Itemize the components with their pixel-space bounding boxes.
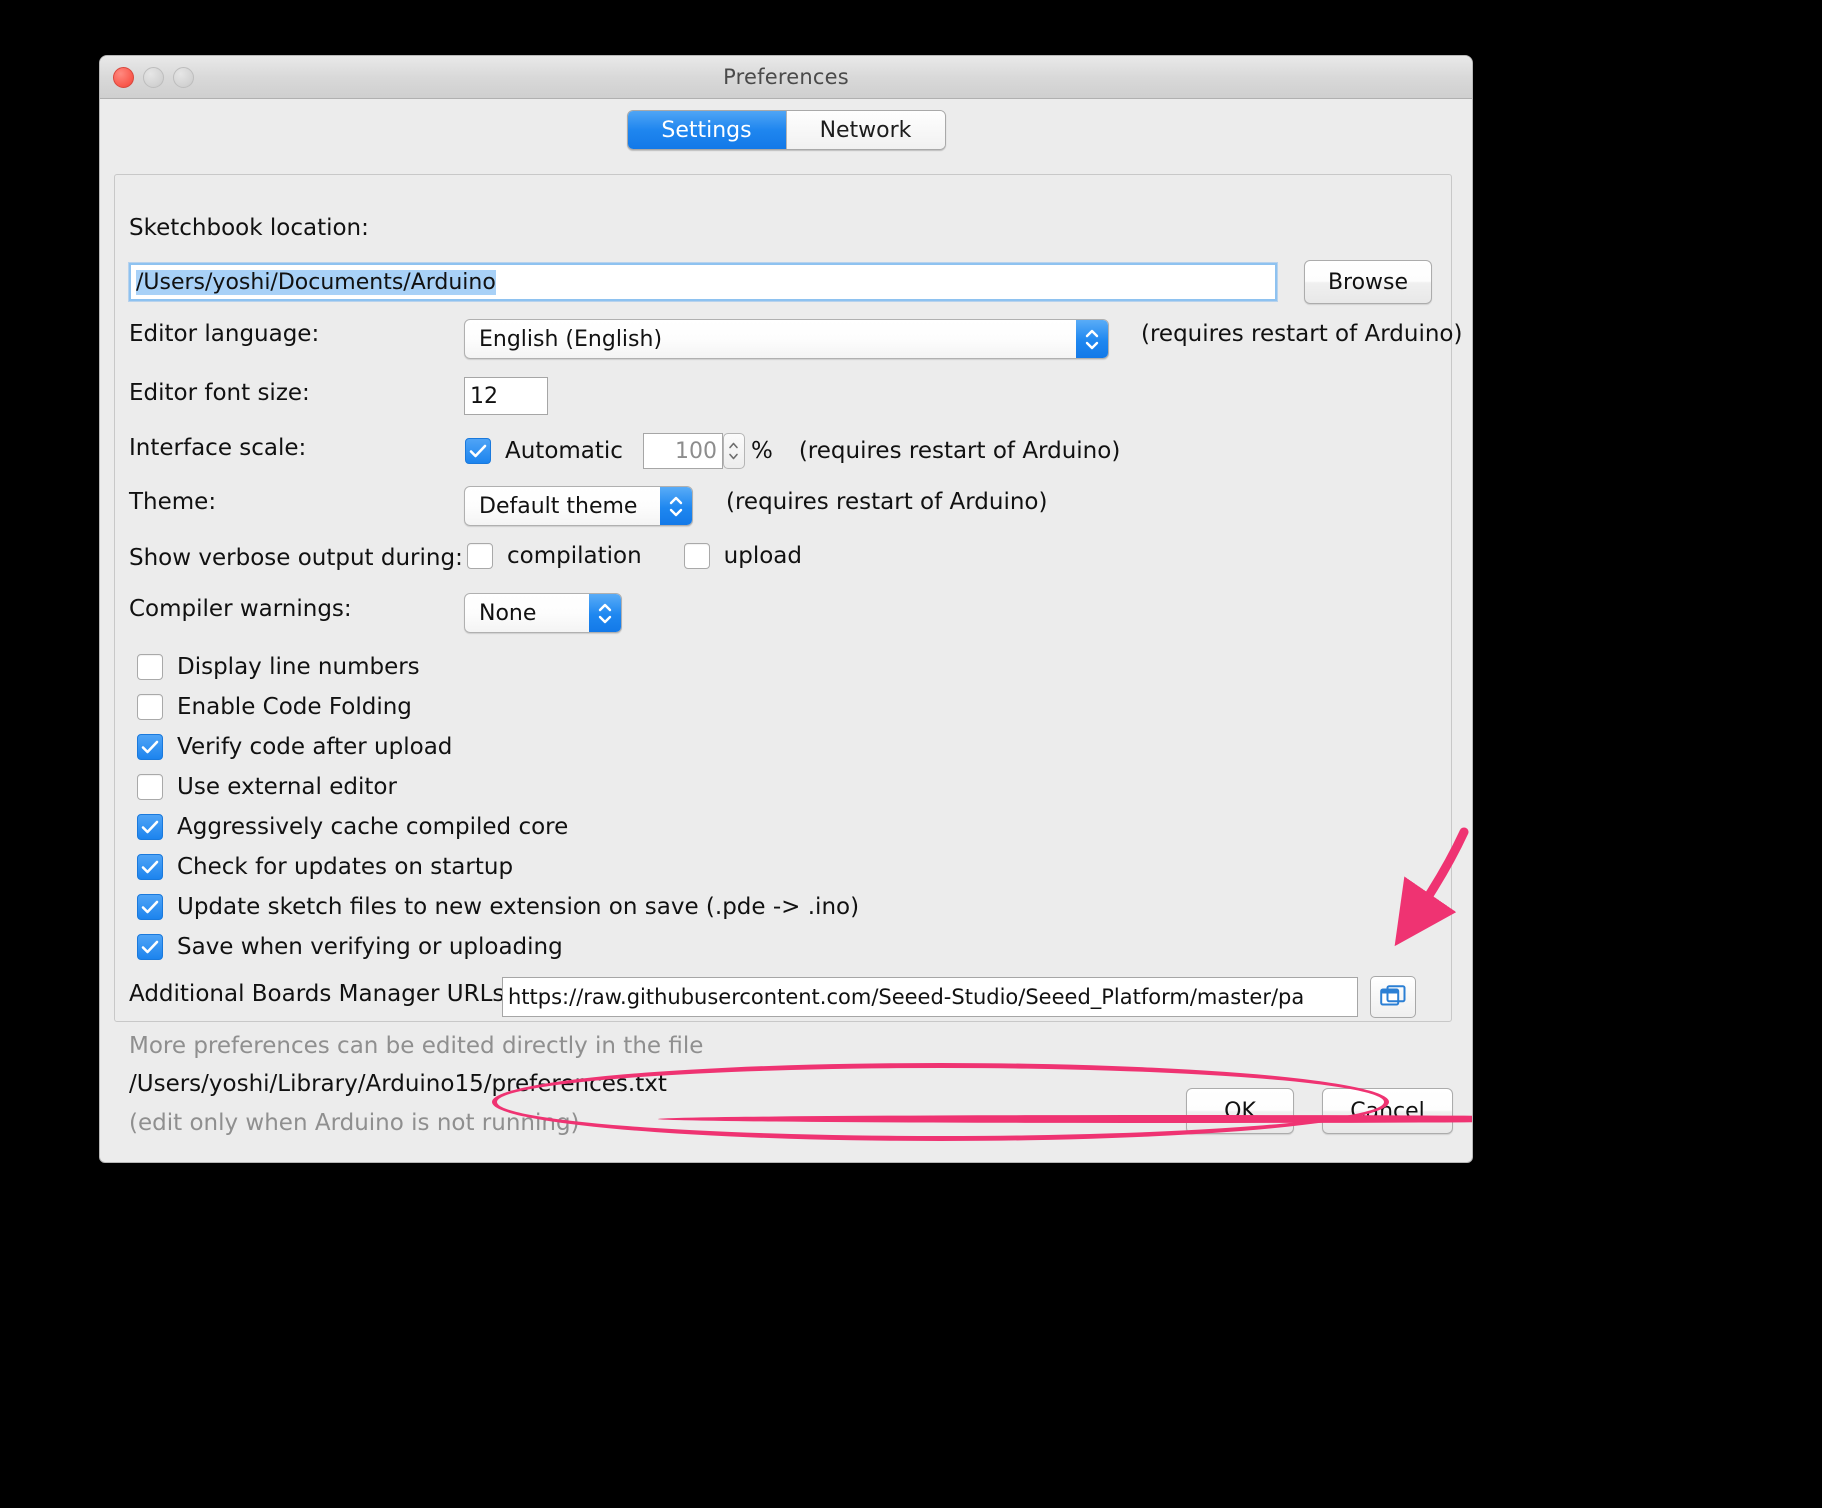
preference-checkbox-label: Check for updates on startup — [177, 854, 514, 880]
compiler-warnings-label: Compiler warnings: — [129, 596, 352, 622]
tab-network[interactable]: Network — [785, 111, 945, 149]
chevron-updown-icon[interactable] — [1076, 320, 1108, 358]
verbose-output-label: Show verbose output during: — [129, 545, 463, 571]
tab-bar: Settings Network — [100, 99, 1472, 161]
preference-checkbox-row[interactable]: Update sketch files to new extension on … — [137, 887, 859, 927]
preference-checkbox[interactable] — [137, 894, 163, 920]
preference-checkbox-row[interactable]: Enable Code Folding — [137, 687, 859, 727]
preference-checkbox-row[interactable]: Save when verifying or uploading — [137, 927, 859, 967]
ok-button[interactable]: OK — [1186, 1088, 1294, 1134]
interface-scale-value: 100 — [674, 438, 717, 464]
preference-checkbox[interactable] — [137, 814, 163, 840]
preference-checkbox[interactable] — [137, 734, 163, 760]
boards-manager-urls-row: Additional Boards Manager URLs: — [129, 981, 512, 1007]
settings-panel: Sketchbook location: /Users/yoshi/Docume… — [114, 174, 1462, 1136]
theme-value: Default theme — [479, 493, 638, 519]
preference-checkbox-row[interactable]: Use external editor — [137, 767, 859, 807]
theme-select[interactable]: Default theme — [464, 486, 693, 526]
traffic-lights — [113, 67, 194, 88]
boards-manager-urls-value: https://raw.githubusercontent.com/Seeed-… — [508, 985, 1305, 1009]
compiler-warnings-select[interactable]: None — [464, 593, 622, 633]
editor-language-value: English (English) — [479, 326, 663, 352]
sketchbook-location-label-row: Sketchbook location: — [129, 215, 369, 241]
tab-settings-label: Settings — [661, 117, 752, 143]
interface-scale-unit: % — [750, 438, 773, 464]
preference-checkbox[interactable] — [137, 694, 163, 720]
verbose-compilation-checkbox[interactable] — [467, 543, 493, 569]
preference-checkbox-row[interactable]: Verify code after upload — [137, 727, 859, 767]
preferences-window: Preferences Settings Network Sketchbook … — [99, 55, 1473, 1163]
interface-scale-stepper[interactable] — [722, 433, 745, 469]
boards-manager-urls-input[interactable]: https://raw.githubusercontent.com/Seeed-… — [502, 977, 1358, 1017]
boards-manager-urls-edit-button[interactable] — [1370, 976, 1416, 1018]
boards-manager-urls-label: Additional Boards Manager URLs: — [129, 981, 513, 1007]
editor-font-size-value: 12 — [470, 383, 498, 409]
tab-group: Settings Network — [626, 110, 946, 150]
minimize-button[interactable] — [143, 67, 164, 88]
preference-checkbox-row[interactable]: Aggressively cache compiled core — [137, 807, 859, 847]
cancel-button-label: Cancel — [1350, 1098, 1425, 1124]
window-title: Preferences — [723, 65, 849, 89]
verbose-upload-label: upload — [723, 543, 802, 569]
more-preferences-line1-row: More preferences can be edited directly … — [129, 1033, 703, 1059]
preference-checkbox-label: Verify code after upload — [177, 734, 453, 760]
chevron-updown-icon[interactable] — [589, 594, 621, 632]
editor-language-label: Editor language: — [129, 321, 320, 347]
new-window-icon — [1380, 985, 1406, 1006]
preferences-checkbox-list: Display line numbers Enable Code Folding V… — [137, 647, 859, 967]
interface-scale-automatic-label: Automatic — [505, 438, 623, 464]
tab-settings[interactable]: Settings — [627, 111, 786, 149]
editor-language-select[interactable]: English (English) — [464, 319, 1109, 359]
interface-scale-row: Interface scale: — [129, 435, 306, 461]
browse-button-label: Browse — [1327, 269, 1409, 295]
verbose-output-options: compilation upload — [467, 543, 802, 569]
tab-network-label: Network — [819, 117, 912, 143]
verbose-compilation-label: compilation — [507, 543, 642, 569]
sketchbook-location-input[interactable]: /Users/yoshi/Documents/Arduino — [129, 263, 1277, 301]
preference-checkbox-label: Aggressively cache compiled core — [177, 814, 569, 840]
editor-font-size-label: Editor font size: — [129, 380, 310, 406]
editor-font-size-input[interactable]: 12 — [464, 377, 548, 415]
preference-checkbox[interactable] — [137, 854, 163, 880]
sketchbook-location-label: Sketchbook location: — [129, 215, 369, 241]
compiler-warnings-value: None — [479, 600, 537, 626]
preference-checkbox-label: Update sketch files to new extension on … — [177, 894, 860, 920]
interface-scale-restart-note: (requires restart of Arduino) — [798, 438, 1121, 464]
ok-button-label: OK — [1224, 1098, 1256, 1124]
theme-restart-note: (requires restart of Arduino) — [726, 489, 1048, 515]
browse-button[interactable]: Browse — [1304, 260, 1432, 304]
preference-checkbox[interactable] — [137, 934, 163, 960]
interface-scale-automatic-checkbox[interactable] — [465, 438, 491, 464]
editor-language-restart-note: (requires restart of Arduino) — [1141, 321, 1463, 347]
dialog-footer: OK Cancel — [100, 1072, 1472, 1162]
preference-checkbox-label: Enable Code Folding — [177, 694, 412, 720]
more-preferences-line1: More preferences can be edited directly … — [129, 1033, 704, 1059]
verbose-upload-checkbox[interactable] — [683, 543, 710, 569]
window-titlebar: Preferences — [100, 56, 1472, 99]
theme-note-row: (requires restart of Arduino) — [726, 489, 1047, 515]
interface-scale-label: Interface scale: — [129, 435, 307, 461]
preference-checkbox[interactable] — [137, 774, 163, 800]
editor-font-size-row: Editor font size: — [129, 380, 310, 406]
preference-checkbox-label: Use external editor — [177, 774, 397, 800]
theme-row: Theme: — [129, 489, 216, 515]
verbose-output-row: Show verbose output during: — [129, 545, 463, 571]
editor-language-row: Editor language: — [129, 321, 319, 347]
preference-checkbox-row[interactable]: Display line numbers — [137, 647, 859, 687]
preference-checkbox-label: Save when verifying or uploading — [177, 934, 563, 960]
compiler-warnings-row: Compiler warnings: — [129, 596, 352, 622]
preference-checkbox[interactable] — [137, 654, 163, 680]
chevron-updown-icon[interactable] — [660, 487, 692, 525]
editor-language-note-row: (requires restart of Arduino) — [1141, 321, 1462, 347]
theme-label: Theme: — [129, 489, 217, 515]
preference-checkbox-row[interactable]: Check for updates on startup — [137, 847, 859, 887]
interface-scale-controls: Automatic 100 % (requires restart of Ard… — [465, 433, 1120, 469]
interface-scale-value-input[interactable]: 100 — [642, 433, 723, 469]
close-button[interactable] — [113, 67, 134, 88]
zoom-button[interactable] — [173, 67, 194, 88]
sketchbook-location-value: /Users/yoshi/Documents/Arduino — [136, 269, 496, 295]
preference-checkbox-label: Display line numbers — [177, 654, 420, 680]
cancel-button[interactable]: Cancel — [1322, 1088, 1453, 1134]
